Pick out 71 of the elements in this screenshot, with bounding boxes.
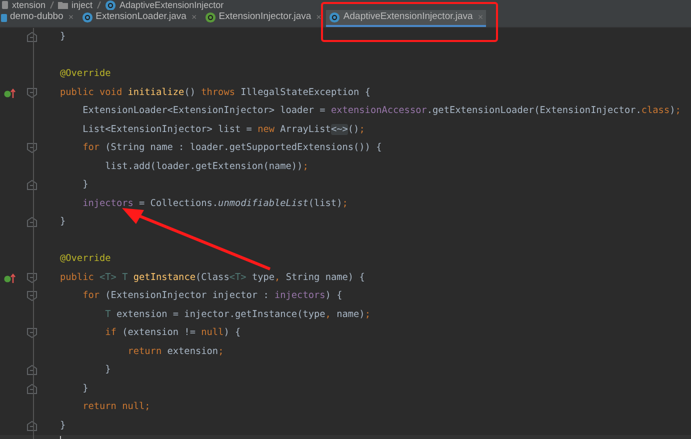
code-text: String name) {	[286, 272, 365, 282]
keyword-text: return	[126, 346, 163, 356]
code-text: ) {	[325, 290, 342, 301]
keyword-text: public	[60, 272, 95, 282]
annotation-text: @Override	[60, 253, 111, 264]
keyword-text: class	[641, 105, 670, 116]
code-text: List<ExtensionInjector> list =	[82, 124, 253, 134]
tab-label: ExtensionLoader.java	[96, 10, 186, 24]
breadcrumb-item[interactable]: xtension	[12, 0, 46, 10]
code-text: }	[60, 216, 66, 227]
breadcrumb-separator-icon	[50, 1, 54, 9]
annotation-text: @Override	[60, 68, 111, 79]
type-parameter: T	[104, 308, 111, 320]
code-text: }	[82, 179, 88, 190]
code-text: (list)	[308, 198, 342, 208]
keyword-text: ;	[675, 105, 681, 116]
keyword-text: ;	[302, 160, 308, 172]
code-text: extension = injector.getInstance(type	[115, 308, 326, 320]
field-name: injectors	[82, 198, 134, 208]
code-text: (extension !=	[122, 327, 196, 338]
override-method-icon[interactable]	[4, 272, 16, 284]
code-text: }	[60, 31, 66, 42]
code-text: ExtensionLoader<ExtensionInjector> loader =	[82, 105, 326, 116]
code-text: (String name : loader.getSupportedExtensions()) {	[105, 142, 382, 153]
code-text: = Collections.	[138, 198, 218, 208]
keyword-text: ;	[359, 124, 365, 134]
code-text: name)	[336, 308, 365, 320]
keyword-text: for	[82, 290, 101, 301]
keyword-text: return null;	[82, 401, 150, 412]
type-parameter: <T> T	[100, 272, 129, 282]
keyword-text: null	[201, 327, 224, 338]
code-text: )	[670, 105, 676, 116]
code-text: (Class	[195, 272, 230, 282]
keyword-text: throws	[201, 86, 236, 98]
keyword-text: ;	[218, 346, 224, 356]
method-name: initialize	[128, 86, 184, 98]
breadcrumb-item[interactable]: inject	[72, 0, 93, 10]
tab-label: ExtensionInjector.java	[218, 10, 312, 24]
code-text: ()	[184, 86, 196, 98]
keyword-text: ,	[325, 308, 332, 320]
code-text: list.add(loader.getExtension(name))	[104, 160, 303, 172]
keyword-text: ;	[364, 308, 370, 320]
code-text: ArrayList	[280, 124, 331, 134]
code-text: IllegalStateException {	[240, 86, 370, 98]
code-text: (ExtensionInjector injector :	[105, 290, 270, 301]
field-name: injectors	[274, 290, 326, 301]
code-text: type	[250, 272, 275, 282]
tab-label: AdaptiveExtensionInjector.java	[343, 10, 473, 24]
method-name: getInstance	[133, 272, 196, 282]
code-text: ()	[348, 124, 360, 134]
code-text: }	[60, 420, 66, 430]
keyword-text: ,	[274, 272, 282, 282]
override-method-icon[interactable]	[4, 88, 16, 98]
editor-tab[interactable]: AdaptiveExtensionInjector.java ×	[326, 10, 486, 27]
code-text: extension	[167, 346, 218, 356]
code-text: }	[82, 382, 88, 394]
keyword-text: ;	[342, 198, 348, 208]
code-text: }	[104, 364, 111, 375]
breadcrumb-item[interactable]: AdaptiveExtensionInjector	[120, 0, 224, 10]
field-name: extensionAccessor	[330, 105, 427, 116]
breadcrumb-separator-icon	[96, 1, 101, 9]
keyword-text: if	[104, 327, 118, 338]
folded-code-marker: <~>	[330, 124, 348, 134]
keyword-text: public void	[60, 86, 124, 98]
keyword-text: for	[82, 142, 101, 153]
type-parameter: <T>	[229, 272, 246, 282]
static-method-name: unmodifiableList	[218, 198, 308, 208]
code-text: ) {	[224, 327, 241, 338]
keyword-text: new	[258, 124, 276, 134]
tab-label: demo-dubbo	[10, 10, 64, 24]
code-text: .getExtensionLoader(ExtensionInjector.	[426, 105, 642, 116]
